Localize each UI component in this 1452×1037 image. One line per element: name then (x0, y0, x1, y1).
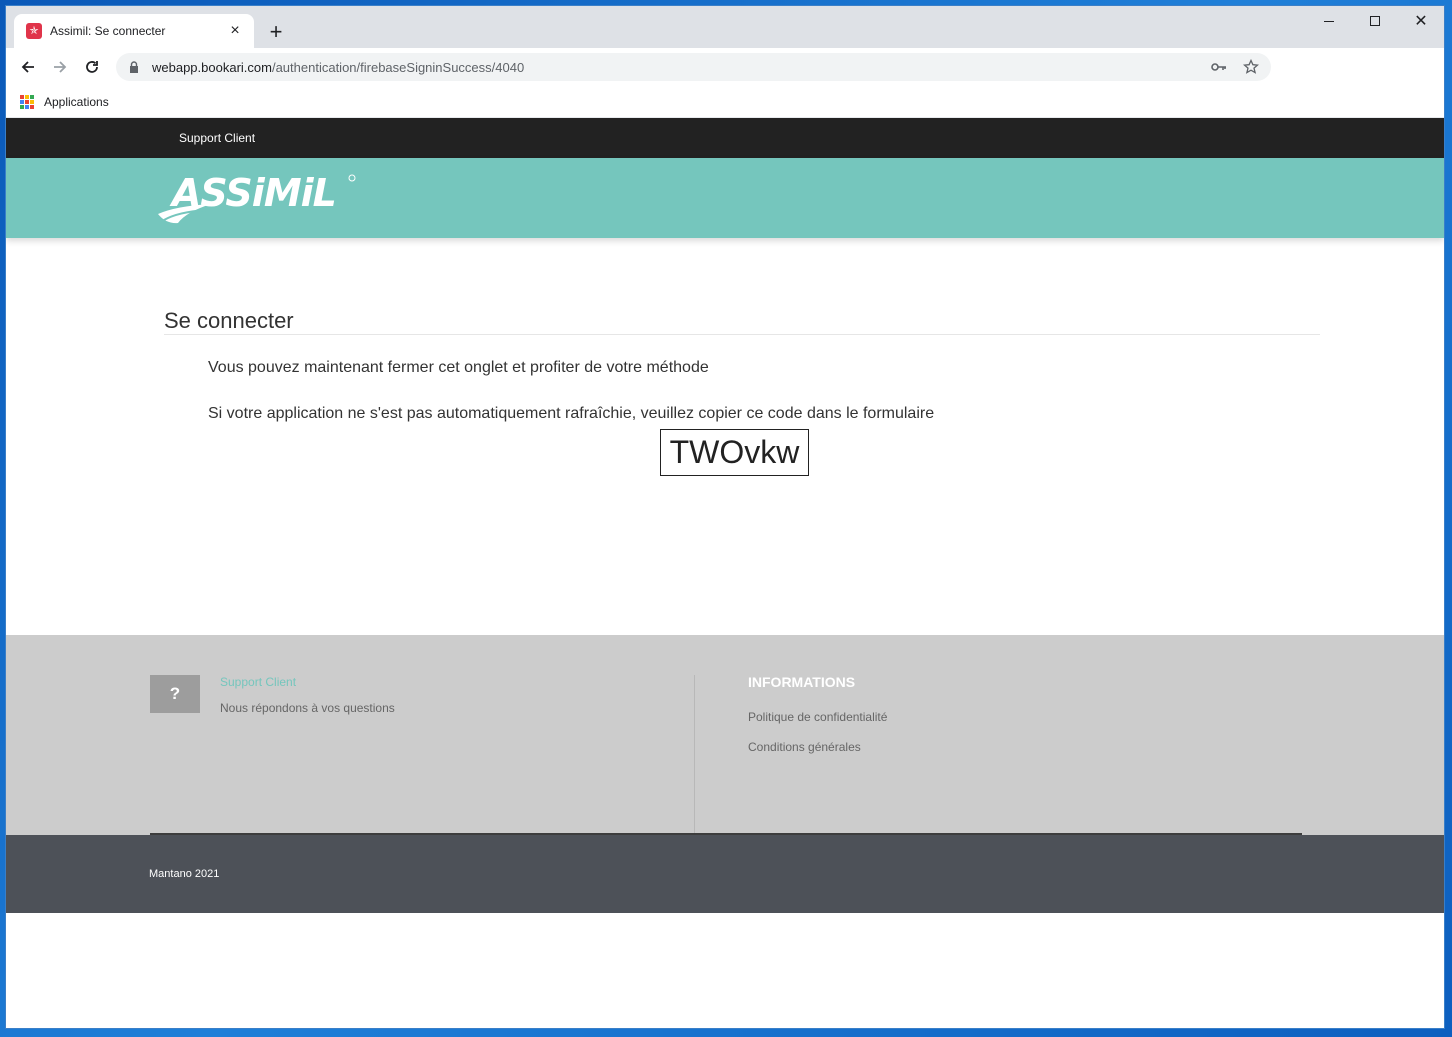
close-icon: ✕ (1414, 13, 1428, 30)
site-topbar: Support Client (6, 118, 1444, 158)
minimize-icon (1324, 20, 1334, 22)
tab-strip: ✯ Assimil: Se connecter × + ✕ (6, 6, 1444, 48)
browser-toolbar: webapp.bookari.com/authentication/fireba… (6, 48, 1444, 86)
arrow-left-icon (21, 61, 34, 73)
key-icon[interactable] (1209, 57, 1229, 77)
auth-code[interactable]: TWOvkw (660, 429, 809, 476)
privacy-policy-link[interactable]: Politique de confidentialité (748, 710, 887, 724)
new-tab-button[interactable]: + (264, 20, 288, 44)
minimize-button[interactable] (1306, 6, 1352, 36)
tab-close-icon[interactable]: × (226, 22, 244, 40)
tab-title: Assimil: Se connecter (50, 24, 166, 38)
url-text[interactable]: webapp.bookari.com/authentication/fireba… (152, 60, 1197, 75)
copy-code-message: Si votre application ne s'est pas automa… (208, 405, 935, 422)
web-page: Support Client ASSiMiL Se connecter Vous… (6, 118, 1444, 1028)
address-bar[interactable]: webapp.bookari.com/authentication/fireba… (116, 53, 1271, 81)
arrow-right-icon (54, 61, 67, 73)
footer-informations-heading: INFORMATIONS (748, 674, 856, 690)
url-host: webapp.bookari.com (152, 59, 272, 75)
bookmark-applications[interactable]: Applications (44, 95, 109, 109)
copyright-bar: Mantano 2021 (6, 835, 1444, 913)
footer-divider (694, 675, 695, 835)
footer-support-link[interactable]: Support Client (220, 675, 296, 689)
question-icon[interactable]: ? (150, 675, 200, 713)
window-controls: ✕ (1306, 6, 1444, 36)
maximize-button[interactable] (1352, 6, 1398, 36)
tab-active[interactable]: ✯ Assimil: Se connecter × (14, 14, 254, 48)
title-divider (164, 334, 1320, 335)
close-tab-message: Vous pouvez maintenant fermer cet onglet… (208, 359, 709, 376)
back-button[interactable] (14, 53, 42, 81)
topbar-support-link[interactable]: Support Client (179, 131, 255, 145)
forward-button[interactable] (46, 53, 74, 81)
maximize-icon (1370, 16, 1380, 26)
brand-header: ASSiMiL (6, 158, 1444, 238)
copyright-text: Mantano 2021 (149, 868, 220, 880)
footer-support-subtitle: Nous répondons à vos questions (220, 701, 395, 715)
site-footer: ? Support Client Nous répondons à vos qu… (6, 635, 1444, 835)
close-window-button[interactable]: ✕ (1398, 6, 1444, 36)
assimil-favicon-icon: ✯ (26, 23, 42, 39)
lock-icon[interactable] (128, 61, 140, 73)
url-path: /authentication/firebaseSigninSuccess/40… (271, 59, 525, 75)
page-title: Se connecter (164, 308, 294, 333)
bookmarks-bar: Applications (6, 86, 1444, 118)
apps-grid-icon[interactable] (20, 94, 34, 109)
reload-button[interactable] (78, 53, 106, 81)
terms-link[interactable]: Conditions générales (748, 740, 861, 754)
browser-window: ✯ Assimil: Se connecter × + ✕ webapp.boo… (6, 6, 1444, 1028)
assimil-logo[interactable]: ASSiMiL (156, 168, 361, 228)
reload-icon (86, 61, 98, 73)
star-icon[interactable] (1241, 57, 1261, 77)
